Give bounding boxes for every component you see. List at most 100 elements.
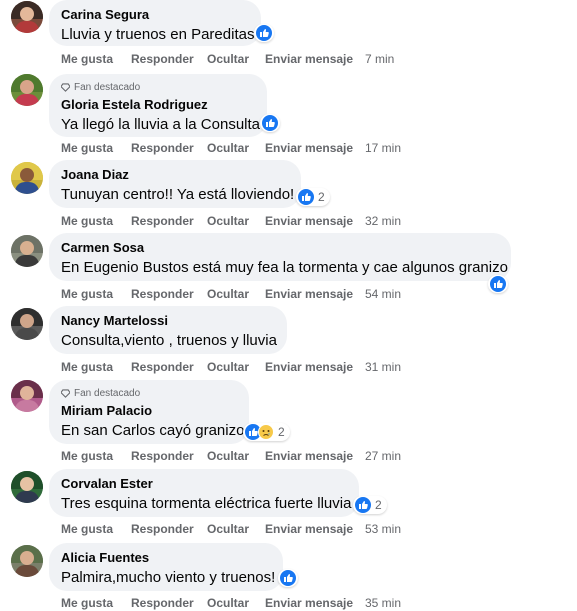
comment-actions: Me gusta Responder Ocultar Enviar mensaj… [61,286,401,302]
like-button[interactable]: Me gusta [61,52,131,66]
comment-time[interactable]: 17 min [365,141,401,155]
hide-button[interactable]: Ocultar [207,360,265,374]
reaction-count: 2 [278,425,285,439]
send-message-button[interactable]: Enviar mensaje [265,287,365,301]
comment-author[interactable]: Corvalan Ester [61,476,347,492]
send-message-button[interactable]: Enviar mensaje [265,360,365,374]
comment-actions: Me gusta Responder Ocultar Enviar mensaj… [61,595,401,611]
comment-text: Ya llegó la lluvia a la Consulta [61,116,261,133]
comment-time[interactable]: 53 min [365,522,401,536]
comment-text: En Eugenio Bustos está muy fea la tormen… [61,259,508,276]
reactions[interactable]: 2 [353,496,387,514]
like-icon [256,25,272,41]
comment-time[interactable]: 32 min [365,214,401,228]
comment-author[interactable]: Carmen Sosa [61,240,499,256]
reply-button[interactable]: Responder [131,141,207,155]
avatar[interactable] [11,471,43,503]
send-message-button[interactable]: Enviar mensaje [265,596,365,610]
avatar[interactable] [11,235,43,267]
like-button[interactable]: Me gusta [61,214,131,228]
comment-bubble: Fan destacado Gloria Estela Rodriguez Ya… [49,74,267,137]
send-message-button[interactable]: Enviar mensaje [265,52,365,66]
comment-bubble: Fan destacado Miriam Palacio En san Carl… [49,380,249,444]
reply-button[interactable]: Responder [131,287,207,301]
comment-actions: Me gusta Responder Ocultar Enviar mensaj… [61,213,401,229]
avatar[interactable] [11,380,43,412]
hide-button[interactable]: Ocultar [207,449,265,463]
comment-author[interactable]: Miriam Palacio [61,403,237,419]
like-button[interactable]: Me gusta [61,141,131,155]
comment-time[interactable]: 31 min [365,360,401,374]
fan-badge-label: Fan destacado [74,82,141,93]
hide-button[interactable]: Ocultar [207,287,265,301]
reply-button[interactable]: Responder [131,522,207,536]
reactions[interactable] [260,114,280,132]
send-message-button[interactable]: Enviar mensaje [265,522,365,536]
comment-time[interactable]: 27 min [365,449,401,463]
comment-actions: Me gusta Responder Ocultar Enviar mensaj… [61,140,401,156]
comment-actions: Me gusta Responder Ocultar Enviar mensaj… [61,51,394,67]
avatar[interactable] [11,308,43,340]
comment-bubble: Carmen Sosa En Eugenio Bustos está muy f… [49,233,511,281]
comment-author[interactable]: Carina Segura [61,7,249,23]
comment-author[interactable]: Nancy Martelossi [61,313,275,329]
comment-bubble: Nancy Martelossi Consulta,viento , truen… [49,306,287,354]
reactions[interactable] [254,24,274,42]
like-icon [355,497,371,513]
fan-badge: Fan destacado [61,387,237,400]
sad-face-icon [258,424,274,440]
like-icon [262,115,278,131]
hide-button[interactable]: Ocultar [207,522,265,536]
comment-text: En san Carlos cayó granizo [61,422,245,439]
like-button[interactable]: Me gusta [61,596,131,610]
comment-time[interactable]: 35 min [365,596,401,610]
reply-button[interactable]: Responder [131,596,207,610]
hide-button[interactable]: Ocultar [207,596,265,610]
comment-actions: Me gusta Responder Ocultar Enviar mensaj… [61,448,401,464]
reply-button[interactable]: Responder [131,449,207,463]
comment-actions: Me gusta Responder Ocultar Enviar mensaj… [61,359,401,375]
reaction-count: 2 [318,190,325,204]
comment-bubble: Alicia Fuentes Palmira,mucho viento y tr… [49,543,283,591]
diamond-icon [61,389,70,398]
hide-button[interactable]: Ocultar [207,141,265,155]
like-button[interactable]: Me gusta [61,522,131,536]
comment-author[interactable]: Joana Diaz [61,167,289,183]
send-message-button[interactable]: Enviar mensaje [265,449,365,463]
comment-text: Tunuyan centro!! Ya está lloviendo! [61,186,295,203]
reply-button[interactable]: Responder [131,360,207,374]
reactions[interactable]: 2 [296,188,330,206]
comment-time[interactable]: 54 min [365,287,401,301]
avatar[interactable] [11,545,43,577]
like-button[interactable]: Me gusta [61,287,131,301]
reactions[interactable]: 2 [243,423,290,441]
reply-button[interactable]: Responder [131,214,207,228]
comment-bubble: Carina Segura Lluvia y truenos en Paredi… [49,0,261,46]
send-message-button[interactable]: Enviar mensaje [265,214,365,228]
comment-author[interactable]: Alicia Fuentes [61,550,271,566]
comment-actions: Me gusta Responder Ocultar Enviar mensaj… [61,521,401,537]
comment-time[interactable]: 7 min [365,52,394,66]
like-button[interactable]: Me gusta [61,360,131,374]
hide-button[interactable]: Ocultar [207,52,265,66]
reactions[interactable] [278,569,298,587]
avatar[interactable] [11,162,43,194]
comment-author[interactable]: Gloria Estela Rodriguez [61,97,255,113]
comment-text: Consulta,viento , truenos y lluvia [61,332,277,349]
comment-bubble: Corvalan Ester Tres esquina tormenta elé… [49,469,359,517]
avatar[interactable] [11,74,43,106]
like-icon [280,570,296,586]
hide-button[interactable]: Ocultar [207,214,265,228]
comment-text: Lluvia y truenos en Pareditas [61,26,255,43]
diamond-icon [61,83,70,92]
reactions[interactable] [488,275,508,293]
comment-bubble: Joana Diaz Tunuyan centro!! Ya está llov… [49,160,301,208]
send-message-button[interactable]: Enviar mensaje [265,141,365,155]
like-icon [490,276,506,292]
avatar[interactable] [11,1,43,33]
like-button[interactable]: Me gusta [61,449,131,463]
reply-button[interactable]: Responder [131,52,207,66]
reaction-count: 2 [375,498,382,512]
like-icon [298,189,314,205]
comment-text: Tres esquina tormenta eléctrica fuerte l… [61,495,352,512]
